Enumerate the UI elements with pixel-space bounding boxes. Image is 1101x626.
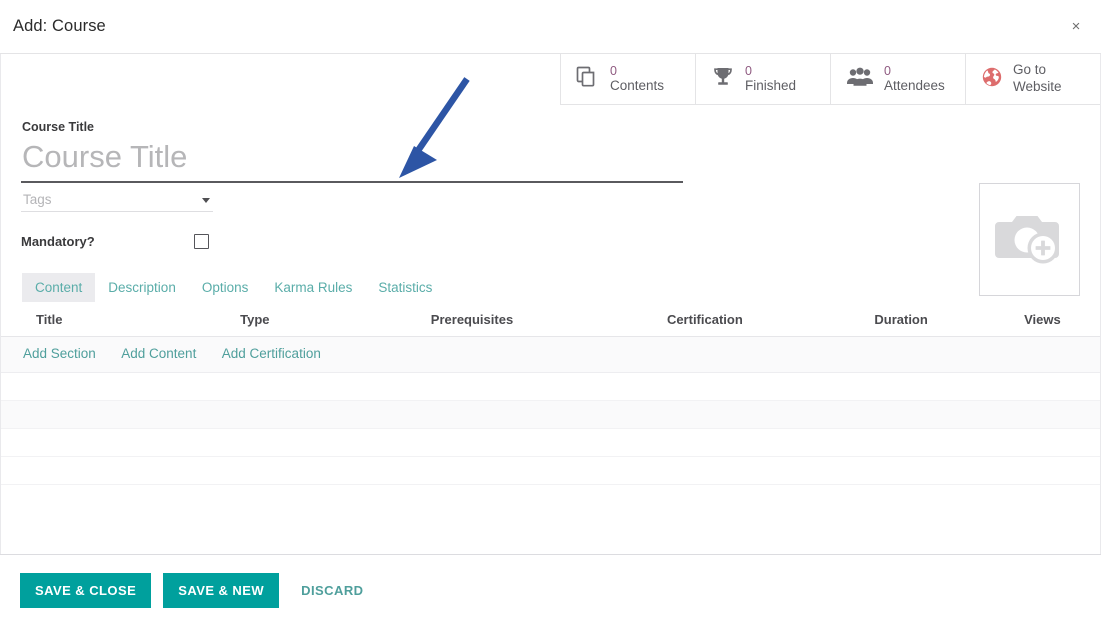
add-content-link[interactable]: Add Content xyxy=(121,346,196,361)
form-area: Course Title Mandatory? xyxy=(1,106,1100,554)
close-icon[interactable]: × xyxy=(1064,14,1088,38)
mandatory-checkbox[interactable] xyxy=(194,233,209,249)
table-add-row: Add Section Add Content Add Certificatio… xyxy=(1,336,1100,374)
stat-button-go-to-website[interactable]: Go to Website xyxy=(965,54,1100,104)
form-sheet: 0 Contents 0 Finished 0 Attendees Go to … xyxy=(0,54,1101,554)
tags-field[interactable] xyxy=(21,192,213,213)
table-empty-row xyxy=(1,400,1100,430)
camera-add-icon xyxy=(993,206,1067,273)
column-header-certification: Certification xyxy=(592,302,818,338)
table-header-row: Title Type Prerequisites Certification D… xyxy=(1,302,1100,338)
stat-label-finished: Finished xyxy=(745,77,797,93)
dialog-header: Add: Course × xyxy=(0,0,1101,53)
course-title-input[interactable] xyxy=(21,138,683,184)
add-course-dialog: Add: Course × 0 Contents 0 Finished 0 At… xyxy=(0,0,1101,626)
stat-label-contents: Contents xyxy=(610,77,665,93)
dialog-title: Add: Course xyxy=(13,17,106,35)
column-header-title: Title xyxy=(1,302,158,338)
stat-text-go-to-website: Go to Website xyxy=(1013,62,1062,96)
trophy-icon xyxy=(710,64,736,95)
stat-value-contents: 0 xyxy=(610,63,617,78)
stat-buttons-bar: 0 Contents 0 Finished 0 Attendees Go to … xyxy=(560,54,1100,105)
table-body: Add Section Add Content Add Certificatio… xyxy=(1,336,1100,486)
stat-button-finished[interactable]: 0 Finished xyxy=(695,54,830,104)
column-header-duration: Duration xyxy=(817,302,985,338)
table-empty-row xyxy=(1,456,1100,486)
tab-options[interactable]: Options xyxy=(189,273,262,302)
tab-description[interactable]: Description xyxy=(95,273,189,302)
dialog-footer: SAVE & CLOSE SAVE & NEW DISCARD xyxy=(0,555,1101,626)
dialog-body: 0 Contents 0 Finished 0 Attendees Go to … xyxy=(0,53,1101,555)
copy-documents-icon xyxy=(575,64,601,95)
tab-statistics[interactable]: Statistics xyxy=(365,273,445,302)
save-and-new-button[interactable]: SAVE & NEW xyxy=(163,573,280,608)
discard-button[interactable]: DISCARD xyxy=(291,573,373,608)
stat-label-website-line2: Website xyxy=(1013,79,1062,94)
stat-value-attendees: 0 xyxy=(884,63,891,78)
form-inner: Course Title Mandatory? xyxy=(1,106,1100,303)
add-section-link[interactable]: Add Section xyxy=(23,346,96,361)
course-content-table: Title Type Prerequisites Certification D… xyxy=(1,302,1100,486)
stat-text-attendees: 0 Attendees xyxy=(884,63,945,93)
add-certification-link[interactable]: Add Certification xyxy=(222,346,321,361)
column-header-type: Type xyxy=(158,302,352,338)
table-head: Title Type Prerequisites Certification D… xyxy=(1,302,1100,338)
tags-input[interactable] xyxy=(21,192,202,209)
stat-label-website-line1: Go to xyxy=(1013,62,1047,78)
stat-button-contents[interactable]: 0 Contents xyxy=(560,54,695,104)
course-image-upload[interactable] xyxy=(979,183,1080,296)
table-empty-row xyxy=(1,428,1100,458)
add-links-cell: Add Section Add Content Add Certificatio… xyxy=(1,336,1100,374)
people-group-icon xyxy=(845,64,875,95)
stat-text-contents: 0 Contents xyxy=(610,63,665,93)
stat-label-attendees: Attendees xyxy=(884,77,945,93)
table-empty-row xyxy=(1,372,1100,402)
chevron-down-icon[interactable] xyxy=(202,197,210,203)
mandatory-label: Mandatory? xyxy=(21,233,95,249)
save-and-close-button[interactable]: SAVE & CLOSE xyxy=(20,573,152,608)
column-header-prerequisites: Prerequisites xyxy=(351,302,593,338)
course-title-label: Course Title xyxy=(22,120,95,134)
tab-content[interactable]: Content xyxy=(22,273,96,303)
column-header-views: Views xyxy=(984,302,1100,338)
globe-icon xyxy=(980,65,1004,94)
stat-text-finished: 0 Finished xyxy=(745,63,797,93)
stat-button-attendees[interactable]: 0 Attendees xyxy=(830,54,965,104)
stat-value-finished: 0 xyxy=(745,63,752,78)
tab-karma-rules[interactable]: Karma Rules xyxy=(261,273,365,302)
notebook-tabs: Content Description Options Karma Rules … xyxy=(21,273,1080,303)
mandatory-field: Mandatory? xyxy=(21,231,1080,251)
